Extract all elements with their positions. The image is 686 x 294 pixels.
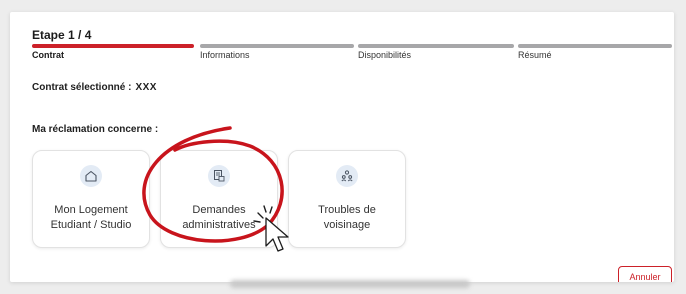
step-label: Résumé [518,50,552,60]
house-icon [80,165,102,187]
document-icon [208,165,230,187]
option-administratif-tile[interactable]: Demandes administratives [160,150,278,248]
option-voisinage-tile[interactable]: Troubles de voisinage [288,150,406,248]
option-label-line: Demandes [192,204,246,216]
step-label: Contrat [32,50,64,60]
selected-contract-value: XXX [135,82,157,93]
step-label: Disponibilités [358,50,412,60]
bottom-shadow [230,280,470,288]
stepper: Contrat Informations Disponibilités Résu… [32,44,672,66]
page-background: Etape 1 / 4 Contrat Informations Disponi… [0,0,686,294]
step-label: Informations [200,50,250,60]
claim-question: Ma réclamation concerne : [32,124,159,135]
cancel-button[interactable]: Annuler [618,266,672,282]
step-bar [358,44,514,48]
option-label-line: administratives [182,219,256,231]
people-icon [336,165,358,187]
option-label: Troubles de voisinage [293,203,401,233]
step-contrat[interactable]: Contrat [32,44,194,66]
step-bar [32,44,194,48]
option-label-line: Etudiant / Studio [50,219,132,231]
option-logement-tile[interactable]: Mon Logement Etudiant / Studio [32,150,150,248]
step-resume[interactable]: Résumé [518,44,672,66]
option-label-line: Mon Logement [54,204,128,216]
option-label-line: Troubles de [318,204,376,216]
selected-contract-label: Contrat sélectionné : [32,82,132,93]
step-counter: Etape 1 / 4 [32,28,92,42]
step-bar [518,44,672,48]
step-disponibilites[interactable]: Disponibilités [358,44,514,66]
step-bar [200,44,354,48]
option-label: Demandes administratives [165,203,273,233]
option-label: Mon Logement Etudiant / Studio [37,203,145,233]
option-label-line: voisinage [323,219,371,231]
claim-wizard-card: Etape 1 / 4 Contrat Informations Disponi… [10,12,674,282]
step-informations[interactable]: Informations [200,44,354,66]
selected-contract: Contrat sélectionné : XXX [32,82,157,93]
